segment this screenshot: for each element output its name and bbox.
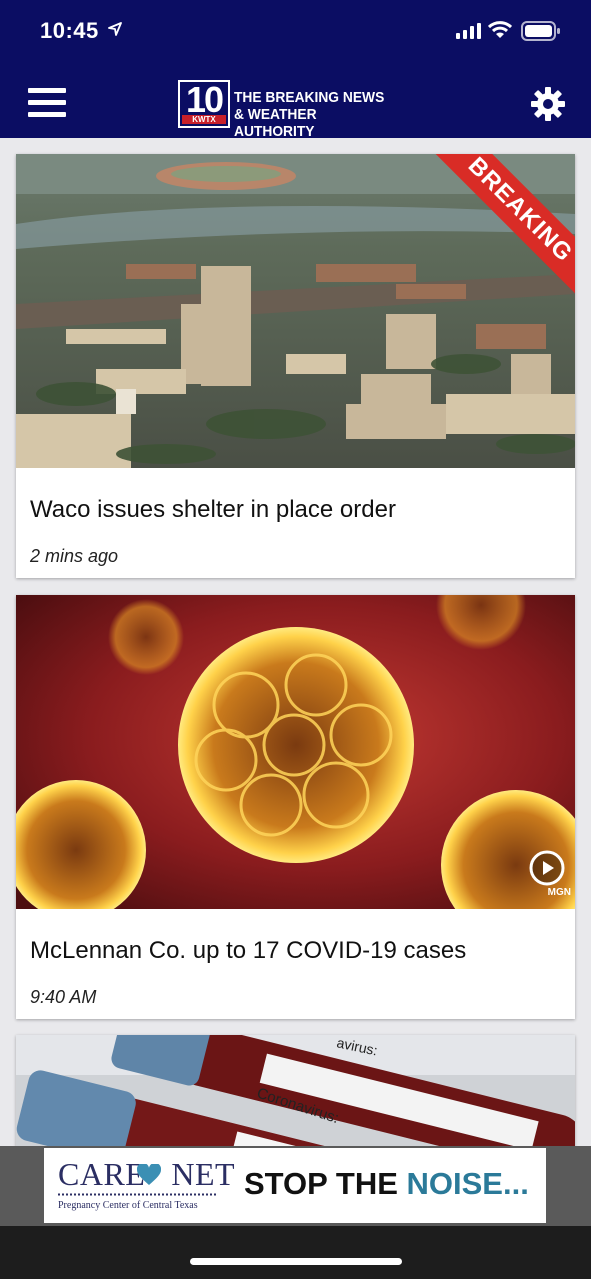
cellular-signal-icon — [456, 23, 481, 39]
hamburger-menu-icon — [28, 88, 66, 93]
status-time: 10:45 — [40, 18, 99, 43]
menu-button[interactable] — [28, 88, 66, 120]
story-card[interactable]: MGN McLennan Co. up to 17 COVID-19 cases… — [16, 595, 575, 1019]
ad-brand-part-2: NET — [171, 1156, 236, 1192]
logo-badge: 10 KWTX — [178, 79, 230, 128]
story-title: Waco issues shelter in place order — [30, 496, 396, 523]
location-arrow-icon — [108, 22, 122, 36]
home-indicator-area — [0, 1226, 591, 1279]
battery-icon — [521, 21, 560, 41]
story-timestamp: 9:40 AM — [30, 987, 97, 1007]
logo-station: KWTX — [182, 115, 226, 124]
ad-headline-part-1: STOP THE — [244, 1166, 407, 1201]
story-title: McLennan Co. up to 17 COVID-19 cases — [30, 937, 467, 964]
logo-tagline: THE BREAKING NEWS & WEATHER AUTHORITY — [234, 89, 398, 140]
dotted-divider — [58, 1193, 218, 1196]
wifi-icon — [488, 21, 512, 38]
logo-line-2: & WEATHER AUTHORITY — [234, 106, 317, 140]
ad-banner[interactable]: CARE NET Pregnancy Center of Central Texa… — [44, 1148, 546, 1223]
logo-line-1: THE BREAKING NEWS — [234, 89, 385, 106]
story-image-virus: MGN — [16, 595, 575, 909]
story-card[interactable]: BREAKING Waco issues shelter in place or… — [16, 154, 575, 578]
gear-icon[interactable] — [530, 86, 566, 122]
play-icon[interactable] — [529, 850, 565, 886]
image-credit: MGN — [547, 887, 571, 898]
story-timestamp: 2 mins ago — [30, 546, 119, 566]
home-indicator[interactable] — [190, 1258, 402, 1265]
story-image-waco-aerial: BREAKING — [16, 154, 575, 468]
ad-brand-part-1: CARE — [58, 1156, 146, 1192]
ad-headline-part-2: NOISE... — [406, 1166, 529, 1201]
virus-illustration — [16, 595, 575, 909]
ad-headline: STOP THE NOISE... — [244, 1166, 529, 1202]
heart-icon — [137, 1164, 161, 1185]
ad-brand-subtitle: Pregnancy Center of Central Texas — [58, 1200, 198, 1211]
station-logo[interactable]: 10 KWTX THE BREAKING NEWS & WEATHER AUTH… — [178, 79, 412, 140]
